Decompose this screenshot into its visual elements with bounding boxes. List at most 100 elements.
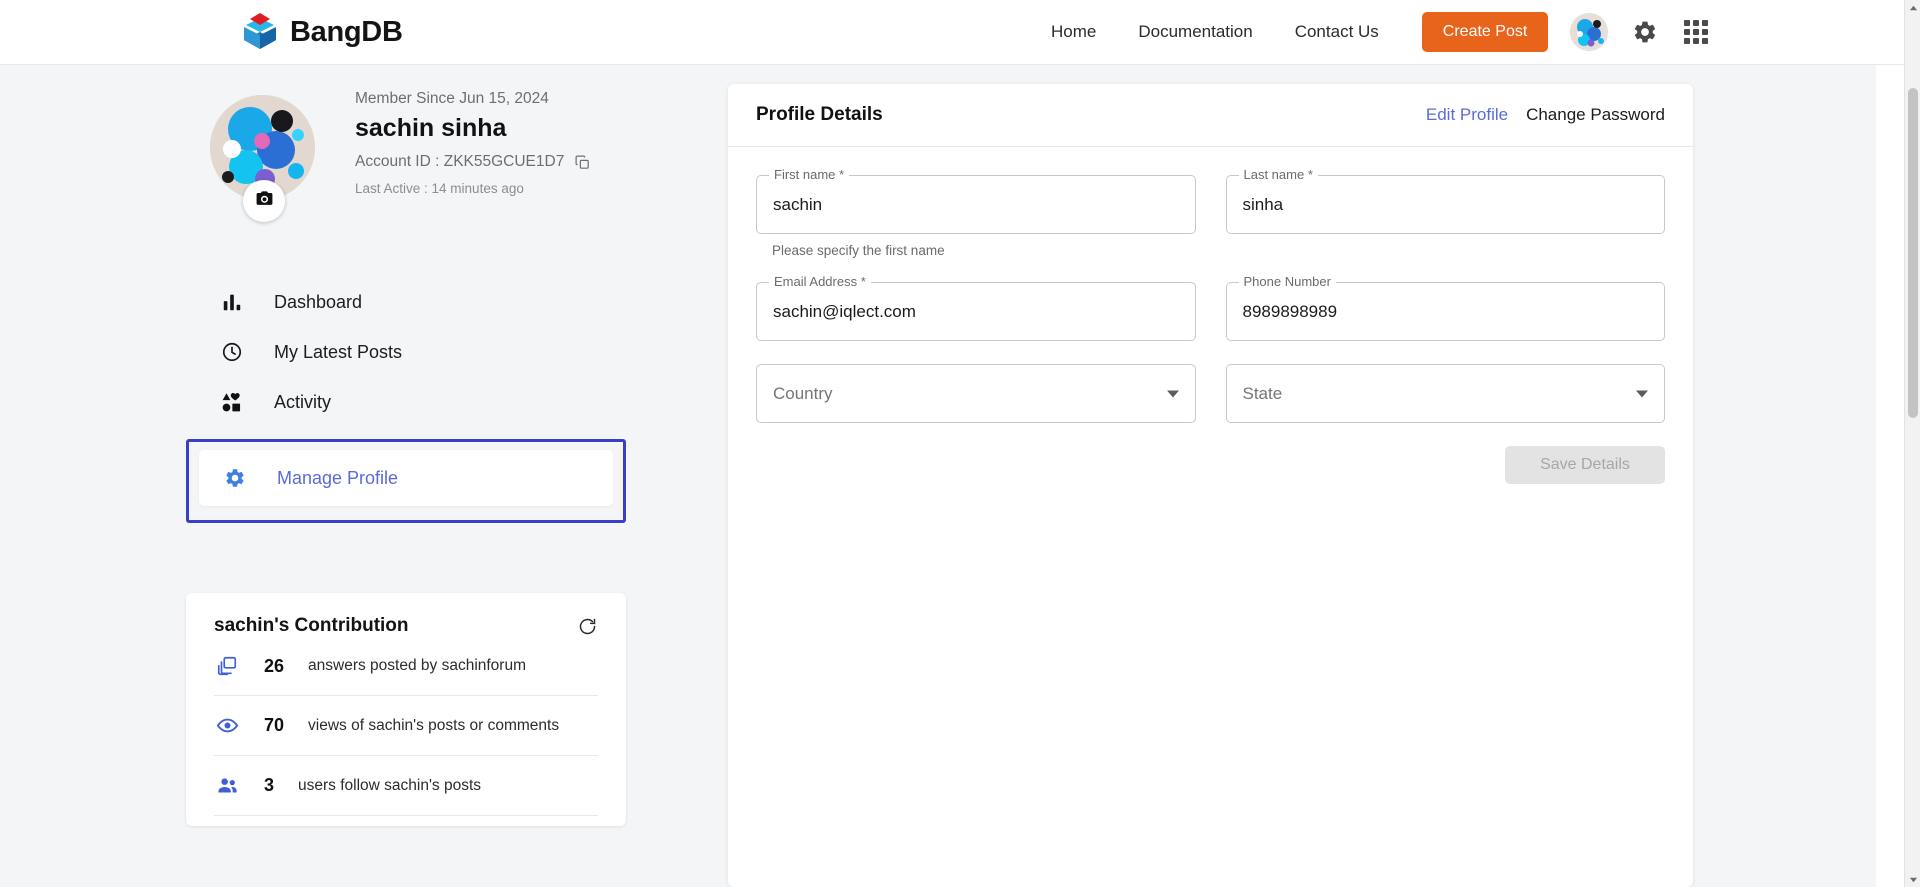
contribution-text: views of sachin's posts or comments: [308, 716, 560, 734]
country-cell: Country: [756, 364, 1196, 423]
form-row-names: First name * sachin Please specify the f…: [756, 167, 1665, 258]
sidebar-item-label: Dashboard: [274, 291, 363, 312]
scroll-down-button[interactable]: [1905, 871, 1920, 887]
form-row-contact: Email Address * sachin@iqlect.com Phone …: [756, 274, 1665, 341]
phone-value: 8989898989: [1242, 301, 1338, 321]
profile-form: First name * sachin Please specify the f…: [728, 147, 1693, 484]
apps-dot: [1702, 20, 1709, 26]
last-name-field[interactable]: Last name * sinha: [1225, 167, 1665, 234]
state-select[interactable]: State: [1225, 364, 1665, 423]
copy-icon[interactable]: [574, 154, 591, 171]
profile-header: Member Since Jun 15, 2024 sachin sinha A…: [198, 90, 698, 240]
manage-profile-highlight: Manage Profile: [186, 439, 626, 523]
state-placeholder: State: [1242, 383, 1283, 403]
brand-logo-link[interactable]: BangDB: [240, 13, 403, 51]
chevron-down-icon: [1636, 390, 1648, 397]
top-navigation-bar: BangDB Home Documentation Contact Us Cre…: [0, 0, 1920, 65]
sidebar-item-label: Activity: [274, 391, 332, 412]
apps-dot: [1693, 29, 1700, 35]
gear-icon[interactable]: [1632, 19, 1658, 45]
sidebar-item-label: Manage Profile: [277, 467, 399, 488]
nav-home[interactable]: Home: [1030, 22, 1117, 42]
page-scrollbar[interactable]: [1904, 0, 1920, 887]
apps-dot: [1702, 29, 1709, 35]
save-details-button[interactable]: Save Details: [1505, 446, 1665, 484]
apps-dot: [1702, 38, 1709, 44]
account-id-row: Account ID : ZKK55GCUE1D7: [355, 153, 591, 171]
create-post-button[interactable]: Create Post: [1421, 12, 1549, 52]
contribution-header: sachin's Contribution: [214, 615, 598, 637]
first-name-value: sachin: [773, 194, 823, 214]
main-nav: Home Documentation Contact Us Create Pos…: [1030, 12, 1709, 52]
phone-cell: Phone Number 8989898989: [1225, 274, 1665, 341]
scrollbar-thumb[interactable]: [1908, 88, 1918, 418]
state-cell: State: [1225, 364, 1665, 423]
last-active: Last Active : 14 minutes ago: [355, 181, 524, 196]
email-value: sachin@iqlect.com: [773, 301, 916, 321]
email-field[interactable]: Email Address * sachin@iqlect.com: [756, 274, 1196, 341]
apps-dot: [1693, 38, 1700, 44]
change-password-link[interactable]: Change Password: [1526, 105, 1665, 125]
page-title: sachin sinha: [355, 114, 507, 142]
phone-field[interactable]: Phone Number 8989898989: [1225, 274, 1665, 341]
panel-title: Profile Details: [756, 104, 883, 125]
sidebar-menu: Dashboard My Latest Posts Activity Manag…: [180, 277, 700, 523]
brand-name: BangDB: [290, 15, 403, 48]
apps-dot: [1684, 29, 1691, 35]
eye-icon: [214, 714, 240, 737]
form-row-location: Country State: [756, 364, 1665, 423]
first-name-helper-text: Please specify the first name: [772, 243, 945, 258]
nav-contact-us[interactable]: Contact Us: [1274, 22, 1400, 42]
apps-dot: [1693, 20, 1700, 26]
shapes-icon: [220, 390, 244, 414]
contribution-card: sachin's Contribution 26 answers posted …: [186, 593, 626, 826]
profile-details-panel: Profile Details Edit Profile Change Pass…: [728, 84, 1693, 887]
profile-header-text: Member Since Jun 15, 2024 sachin sinha A…: [355, 90, 591, 196]
last-name-cell: Last name * sinha: [1225, 167, 1665, 258]
gear-icon: [223, 466, 247, 490]
bar-chart-icon: [220, 290, 244, 314]
right-gutter: [1876, 0, 1904, 887]
edit-profile-link[interactable]: Edit Profile: [1426, 105, 1508, 125]
list-item: 70 views of sachin's posts or comments: [214, 696, 598, 756]
contribution-title: sachin's Contribution: [214, 615, 409, 636]
page-body: Member Since Jun 15, 2024 sachin sinha A…: [0, 65, 1920, 887]
sidebar-item-manage-profile[interactable]: Manage Profile: [199, 450, 613, 506]
list-item: 26 answers posted by sachinforum: [214, 637, 598, 696]
bangdb-cube-logo-icon: [240, 13, 280, 51]
contribution-count: 3: [264, 775, 275, 795]
camera-icon: [255, 189, 274, 213]
last-name-value: sinha: [1242, 194, 1284, 214]
apps-dot: [1684, 20, 1691, 26]
sidebar-item-dashboard[interactable]: Dashboard: [180, 277, 700, 327]
account-id: Account ID : ZKK55GCUE1D7: [355, 153, 565, 170]
email-cell: Email Address * sachin@iqlect.com: [756, 274, 1196, 341]
country-select[interactable]: Country: [756, 364, 1196, 423]
contribution-count: 26: [264, 655, 285, 676]
apps-dot: [1684, 38, 1691, 44]
change-photo-button[interactable]: [243, 180, 285, 222]
contribution-text: answers posted by sachinforum: [308, 657, 526, 674]
panel-header: Profile Details Edit Profile Change Pass…: [728, 84, 1693, 147]
list-item: 3 users follow sachin's posts: [214, 756, 598, 816]
user-avatar[interactable]: [1570, 13, 1609, 51]
people-icon: [214, 774, 240, 797]
contribution-count: 70: [264, 715, 285, 735]
save-row: Save Details: [756, 446, 1665, 484]
sidebar-item-my-latest-posts[interactable]: My Latest Posts: [180, 327, 700, 377]
first-name-field[interactable]: First name * sachin: [756, 167, 1196, 234]
country-placeholder: Country: [773, 383, 833, 403]
clock-icon: [220, 340, 244, 364]
apps-grid-icon[interactable]: [1684, 20, 1709, 44]
sidebar-item-label: My Latest Posts: [274, 341, 403, 362]
member-since: Member Since Jun 15, 2024: [355, 90, 549, 107]
chevron-down-icon: [1166, 390, 1179, 397]
panel-actions: Edit Profile Change Password: [1426, 105, 1665, 125]
scroll-up-button[interactable]: [1905, 0, 1920, 16]
refresh-icon[interactable]: [577, 616, 598, 637]
answers-copy-icon: [214, 655, 240, 677]
sidebar-item-activity[interactable]: Activity: [180, 377, 700, 427]
nav-documentation[interactable]: Documentation: [1117, 22, 1273, 42]
